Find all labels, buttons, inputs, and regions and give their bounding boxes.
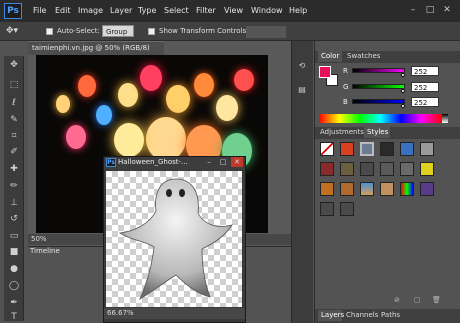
- app-logo: Ps: [4, 3, 22, 19]
- style-swatch[interactable]: [420, 142, 434, 156]
- channel-r-label: R: [343, 67, 348, 75]
- blur-tool-icon[interactable]: ●: [8, 263, 20, 275]
- style-none-swatch[interactable]: [320, 142, 334, 156]
- style-swatch[interactable]: [360, 162, 374, 176]
- gradient-tool-icon[interactable]: ■: [8, 246, 20, 258]
- transparency-canvas: [106, 171, 242, 307]
- style-swatch[interactable]: [380, 182, 394, 196]
- color-spectrum-ramp[interactable]: [319, 114, 442, 123]
- minimize-button[interactable]: –: [407, 4, 419, 16]
- foreground-color-swatch[interactable]: [319, 66, 331, 78]
- menu-view[interactable]: View: [224, 6, 243, 15]
- history-panel-icon[interactable]: ⟲: [296, 60, 308, 72]
- ghost-close-icon[interactable]: ✕: [231, 157, 243, 167]
- history-brush-icon[interactable]: ↺: [8, 213, 20, 225]
- style-swatch[interactable]: [340, 142, 354, 156]
- channel-b-label: B: [343, 98, 348, 106]
- auto-select-checkbox[interactable]: [46, 28, 53, 35]
- channel-g-slider[interactable]: [352, 84, 405, 89]
- quick-select-tool-icon[interactable]: ✎: [8, 114, 20, 126]
- tab-channels[interactable]: Channels: [346, 310, 378, 321]
- tab-color[interactable]: Color: [318, 51, 342, 62]
- style-swatch[interactable]: [400, 142, 414, 156]
- style-swatch[interactable]: [320, 202, 334, 216]
- style-swatch[interactable]: [400, 162, 414, 176]
- style-swatch[interactable]: [340, 202, 354, 216]
- menu-file[interactable]: File: [33, 6, 46, 15]
- menu-help[interactable]: Help: [289, 6, 307, 15]
- menu-image[interactable]: Image: [78, 6, 103, 15]
- ghost-minimize-icon[interactable]: –: [203, 157, 215, 167]
- auto-select-label: Auto-Select:: [57, 27, 100, 35]
- channel-g-input[interactable]: 252: [411, 82, 439, 92]
- channel-g-label: G: [343, 83, 349, 91]
- type-tool-icon[interactable]: T: [8, 311, 20, 323]
- align-icons-group[interactable]: [246, 26, 286, 38]
- tab-styles[interactable]: Styles: [364, 127, 390, 138]
- tab-paths[interactable]: Paths: [381, 310, 403, 321]
- eyedropper-tool-icon[interactable]: ✐: [8, 146, 20, 158]
- tab-swatches[interactable]: Swatches: [345, 51, 381, 62]
- style-swatch[interactable]: [420, 182, 434, 196]
- channel-r-input[interactable]: 252: [411, 66, 439, 76]
- ghost-window-title: Halloween_Ghost-...: [118, 158, 188, 166]
- maximize-button[interactable]: □: [424, 4, 436, 16]
- close-app-button[interactable]: ✕: [441, 4, 453, 16]
- lasso-tool-icon[interactable]: ℓ: [8, 97, 20, 109]
- ghost-image: [118, 178, 233, 301]
- transform-controls-checkbox[interactable]: [148, 28, 155, 35]
- menu-layer[interactable]: Layer: [110, 6, 132, 15]
- timeline-tab[interactable]: Timeline: [30, 247, 68, 257]
- healing-tool-icon[interactable]: ✚: [8, 163, 20, 175]
- ghost-status-bar: 66.67%: [104, 308, 245, 319]
- style-swatch[interactable]: [380, 162, 394, 176]
- marquee-tool-icon[interactable]: ⬚: [8, 79, 20, 91]
- tab-adjustments[interactable]: Adjustments: [318, 127, 364, 138]
- pen-tool-icon[interactable]: ✒: [8, 297, 20, 309]
- ghost-zoom: 66.67%: [107, 309, 134, 317]
- delete-style-icon[interactable]: 🗑: [432, 296, 442, 304]
- document-tab-title: taimienphi.vn.jpg @ 50% (RGB/8): [32, 44, 150, 52]
- move-tool-icon[interactable]: ✥: [8, 59, 20, 71]
- style-swatch[interactable]: [420, 162, 434, 176]
- style-swatch[interactable]: [380, 142, 394, 156]
- ghost-maximize-icon[interactable]: □: [217, 157, 229, 167]
- new-style-icon[interactable]: ▢: [414, 296, 424, 304]
- style-swatch[interactable]: [320, 182, 334, 196]
- style-swatch[interactable]: [360, 142, 374, 156]
- menu-type[interactable]: Type: [138, 6, 156, 15]
- ghost-window-app-icon: Ps: [106, 158, 116, 167]
- auto-select-dropdown[interactable]: Group ▾: [102, 25, 134, 48]
- channel-b-input[interactable]: 252: [411, 97, 439, 107]
- eraser-tool-icon[interactable]: ▭: [8, 230, 20, 242]
- dodge-tool-icon[interactable]: ◯: [8, 280, 20, 292]
- clone-tool-icon[interactable]: ⊥: [8, 197, 20, 209]
- document-tab[interactable]: taimienphi.vn.jpg @ 50% (RGB/8): [28, 41, 164, 55]
- properties-panel-icon[interactable]: ▤: [296, 84, 308, 96]
- style-swatch[interactable]: [320, 162, 334, 176]
- clear-style-icon[interactable]: ⊘: [394, 296, 404, 304]
- move-tool-preset-icon[interactable]: ✥▾: [6, 26, 34, 38]
- tab-layers[interactable]: Layers: [318, 310, 344, 321]
- menu-edit[interactable]: Edit: [55, 6, 71, 15]
- menu-filter[interactable]: Filter: [196, 6, 216, 15]
- channel-r-slider[interactable]: [352, 68, 405, 73]
- auto-select-value: Group: [106, 28, 128, 36]
- style-swatch[interactable]: [400, 182, 414, 196]
- document-zoom: 50%: [31, 235, 47, 243]
- channel-b-slider[interactable]: [352, 99, 405, 104]
- style-swatch[interactable]: [360, 182, 374, 196]
- crop-tool-icon[interactable]: ⌗: [8, 130, 20, 142]
- black-white-ramp[interactable]: [442, 114, 448, 123]
- style-swatch[interactable]: [340, 162, 354, 176]
- brush-tool-icon[interactable]: ✏: [8, 180, 20, 192]
- style-swatch[interactable]: [340, 182, 354, 196]
- menu-window[interactable]: Window: [251, 6, 283, 15]
- transform-controls-label: Show Transform Controls: [159, 27, 247, 35]
- menu-select[interactable]: Select: [164, 6, 189, 15]
